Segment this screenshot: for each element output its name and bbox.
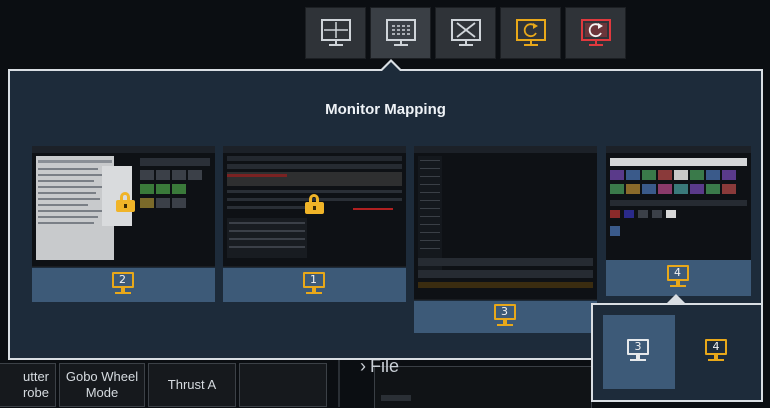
shutter-strobe-button[interactable]: utter robe	[0, 363, 56, 407]
monitor-option-icon: 3	[627, 339, 651, 365]
monitor-reset-icon	[580, 19, 611, 46]
shutter-label-line1: utter	[22, 369, 49, 384]
file-list-area	[374, 366, 592, 408]
monitor-card-1[interactable]: 1	[223, 146, 406, 302]
gobo-label-line2: Mode	[85, 385, 119, 400]
empty-softkey-button[interactable]	[239, 363, 327, 407]
monitor-card-4[interactable]: 4	[606, 146, 751, 296]
thrust-label: Thrust A	[167, 377, 217, 392]
popup-option-4[interactable]: 4	[681, 315, 753, 389]
monitor-crosshair-icon	[320, 19, 351, 46]
lock-icon	[305, 194, 324, 214]
monitor-close-button[interactable]	[435, 7, 496, 59]
shutter-label-line2: robe	[22, 385, 49, 400]
monitor-thumbnail	[414, 146, 597, 300]
monitor-mapping-button[interactable]	[370, 7, 431, 59]
monitor-toolbar	[305, 7, 626, 59]
monitor-card-3[interactable]: 3	[414, 146, 597, 333]
monitor-footer: 1	[223, 268, 406, 302]
monitor-footer: 4	[606, 260, 751, 296]
monitor-number-icon: 1	[302, 272, 327, 298]
monitor-card-2[interactable]: 2	[32, 146, 215, 302]
monitor-number-icon: 3	[493, 304, 518, 330]
monitor-mapping-icon	[385, 19, 416, 46]
monitor-close-icon	[450, 19, 481, 46]
panel-pointer-inner	[382, 62, 400, 71]
monitor-footer: 3	[414, 301, 597, 333]
monitor-number-icon: 4	[666, 265, 691, 291]
monitor-crosshair-button[interactable]	[305, 7, 366, 59]
popup-option-number: 4	[705, 339, 727, 355]
lock-icon	[116, 192, 135, 212]
monitor-thumbnail	[32, 146, 215, 267]
monitor-reset-button[interactable]	[565, 7, 626, 59]
monitor-number: 2	[111, 272, 134, 288]
gobo-label-line1: Gobo Wheel	[65, 369, 139, 384]
monitor-number: 3	[493, 304, 516, 320]
popup-option-number: 3	[627, 339, 649, 355]
monitor-number-icon: 2	[111, 272, 136, 298]
list-item	[381, 395, 411, 401]
monitor-number: 1	[302, 272, 325, 288]
monitor-thumbnail	[606, 146, 751, 261]
divider	[338, 360, 340, 407]
monitor-option-icon: 4	[705, 339, 729, 365]
monitor-refresh-button[interactable]	[500, 7, 561, 59]
monitor-select-popup: 3 4	[591, 303, 763, 402]
thrust-a-button[interactable]: Thrust A	[148, 363, 236, 407]
monitor-thumbnail	[223, 146, 406, 267]
page-title: Monitor Mapping	[325, 101, 446, 118]
monitor-refresh-icon	[515, 19, 546, 46]
monitor-footer: 2	[32, 268, 215, 302]
monitor-number: 4	[666, 265, 689, 281]
gobo-wheel-mode-button[interactable]: Gobo Wheel Mode	[59, 363, 145, 407]
popup-option-3[interactable]: 3	[603, 315, 675, 389]
